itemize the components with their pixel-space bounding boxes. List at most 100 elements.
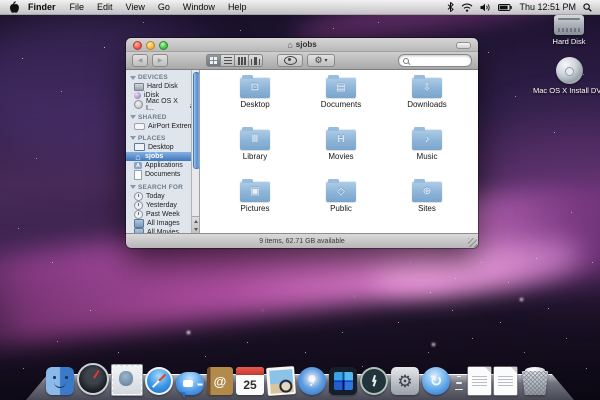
dock-spaces-icon[interactable] xyxy=(329,367,357,395)
sidebar-section-search-for[interactable]: SEARCH FOR xyxy=(126,183,199,192)
desktop-wallpaper: Finder File Edit View Go Window Help Thu… xyxy=(0,0,600,400)
dock-address-book-icon[interactable]: @ xyxy=(207,367,233,395)
dock: @ 25 ♪ ⚙ ↻ xyxy=(0,358,600,400)
hard-disk-icon xyxy=(554,15,584,35)
sidebar-item-desktop[interactable]: Desktop xyxy=(126,143,200,152)
disclosure-triangle-icon xyxy=(130,185,136,189)
sidebar-scrollbar[interactable] xyxy=(191,70,199,233)
forward-button[interactable]: ▶ xyxy=(152,54,168,67)
window-title-bar[interactable]: ⌂ sjobs xyxy=(126,38,478,52)
volume-icon[interactable] xyxy=(480,3,491,12)
back-button[interactable]: ◀ xyxy=(132,54,148,67)
dock-documents-stack-icon[interactable] xyxy=(468,367,491,395)
dock-mail-icon[interactable] xyxy=(112,365,142,395)
zoom-button[interactable] xyxy=(159,41,168,50)
desktop-icon-hard-disk[interactable]: Hard Disk xyxy=(551,15,587,46)
folder-public[interactable]: ◇Public xyxy=(298,179,384,231)
chevron-down-icon: ▾ xyxy=(325,58,328,64)
menu-item-go[interactable]: Go xyxy=(158,2,170,12)
disc-icon xyxy=(134,100,143,109)
dock-ical-icon[interactable]: 25 xyxy=(236,367,264,395)
dock-time-machine-icon[interactable] xyxy=(360,367,388,395)
menu-bar-clock[interactable]: Thu 12:51 PM xyxy=(519,2,576,12)
quick-look-button[interactable] xyxy=(277,54,303,67)
dock-dashboard-icon[interactable] xyxy=(77,363,109,395)
desktop-icon-install-dvd[interactable]: Mac OS X Install DVD xyxy=(533,57,600,95)
battery-icon[interactable] xyxy=(498,4,512,11)
scroll-down-icon[interactable] xyxy=(194,228,198,231)
public-folder-icon: ◇ xyxy=(326,181,356,202)
menu-item-edit[interactable]: Edit xyxy=(97,2,113,12)
dock-safari-icon[interactable] xyxy=(145,367,173,395)
menu-item-file[interactable]: File xyxy=(70,2,85,12)
folder-documents[interactable]: ▤Documents xyxy=(298,75,384,127)
sidebar-item-today[interactable]: Today xyxy=(126,192,200,201)
folder-downloads[interactable]: ⇩Downloads xyxy=(384,75,470,127)
dock-software-update-icon[interactable]: ↻ xyxy=(422,367,450,395)
sidebar-item-airport-extreme[interactable]: AirPort Extreme xyxy=(126,122,200,131)
sidebar-section-places[interactable]: PLACES xyxy=(126,134,199,143)
action-menu-button[interactable]: ⚙▾ xyxy=(307,54,335,67)
dock-ichat-icon[interactable] xyxy=(176,372,204,395)
close-button[interactable] xyxy=(133,41,142,50)
folder-sites[interactable]: ⊕Sites xyxy=(384,179,470,231)
finder-window: ⌂ sjobs ◀ ▶ ⚙▾ DEVICES Hard Disk iDisk xyxy=(126,38,478,248)
dock-downloads-stack-icon[interactable] xyxy=(494,367,517,395)
sidebar-item-yesterday[interactable]: Yesterday xyxy=(126,201,200,210)
hard-disk-icon xyxy=(134,83,144,91)
dock-itunes-icon[interactable]: ♪ xyxy=(298,367,326,395)
wifi-icon[interactable] xyxy=(461,3,473,12)
coverflow-view-button[interactable] xyxy=(249,54,263,67)
folder-emblem: ▣ xyxy=(240,181,270,202)
minimize-button[interactable] xyxy=(146,41,155,50)
sidebar-section-shared[interactable]: SHARED xyxy=(126,113,199,122)
menu-item-finder[interactable]: Finder xyxy=(28,2,56,12)
resize-grip[interactable] xyxy=(468,238,477,247)
dock-system-preferences-icon[interactable]: ⚙ xyxy=(391,367,419,395)
folder-desktop[interactable]: ⊡Desktop xyxy=(212,75,298,127)
scrollbar-arrows[interactable] xyxy=(192,216,199,233)
eye-icon xyxy=(284,56,297,65)
menu-item-view[interactable]: View xyxy=(126,2,145,12)
folder-emblem: H xyxy=(326,129,356,150)
folder-emblem: Ⅲ xyxy=(240,129,270,150)
sidebar-item-past-week[interactable]: Past Week xyxy=(126,210,200,219)
list-view-button[interactable] xyxy=(221,54,235,67)
folder-library[interactable]: ⅢLibrary xyxy=(212,127,298,179)
menu-item-help[interactable]: Help xyxy=(228,2,247,12)
images-icon xyxy=(134,219,144,228)
bluetooth-icon[interactable] xyxy=(447,2,454,12)
dock-trash-icon[interactable] xyxy=(520,367,550,395)
idisk-icon xyxy=(134,92,141,99)
folder-movies[interactable]: HMovies xyxy=(298,127,384,179)
folder-pictures[interactable]: ▣Pictures xyxy=(212,179,298,231)
folder-music[interactable]: ♪Music xyxy=(384,127,470,179)
search-icon xyxy=(403,58,409,64)
sidebar-item-documents[interactable]: Documents xyxy=(126,170,200,179)
window-sidebar: DEVICES Hard Disk iDisk Mac OS X I... SH… xyxy=(126,70,200,233)
sidebar-item-install-dvd[interactable]: Mac OS X I... xyxy=(126,100,200,109)
folder-emblem: ▤ xyxy=(326,77,356,98)
ical-date: 25 xyxy=(243,376,256,395)
sidebar-item-sjobs-selected[interactable]: sjobs xyxy=(126,152,200,161)
dock-preview-icon[interactable] xyxy=(266,366,296,396)
toolbar-toggle-button[interactable] xyxy=(456,42,471,49)
menu-item-window[interactable]: Window xyxy=(183,2,215,12)
sidebar-item-applications[interactable]: Applications xyxy=(126,161,200,170)
dock-finder-icon[interactable] xyxy=(46,367,74,395)
clock-icon xyxy=(134,210,143,219)
column-view-button[interactable] xyxy=(235,54,249,67)
music-folder-icon: ♪ xyxy=(412,129,442,150)
apple-menu-icon[interactable] xyxy=(9,1,19,13)
icon-view-button[interactable] xyxy=(206,54,221,67)
folder-emblem: ◇ xyxy=(326,181,356,202)
sidebar-item-all-images[interactable]: All Images xyxy=(126,219,200,228)
movies-folder-icon: H xyxy=(326,129,356,150)
search-input[interactable] xyxy=(398,54,472,67)
scroll-up-icon[interactable] xyxy=(194,220,198,223)
sidebar-item-hard-disk[interactable]: Hard Disk xyxy=(126,82,200,91)
desktop-folder-icon: ⊡ xyxy=(240,77,270,98)
scrollbar-thumb[interactable] xyxy=(193,72,201,169)
spotlight-icon[interactable] xyxy=(583,3,592,12)
sidebar-section-devices[interactable]: DEVICES xyxy=(126,73,199,82)
